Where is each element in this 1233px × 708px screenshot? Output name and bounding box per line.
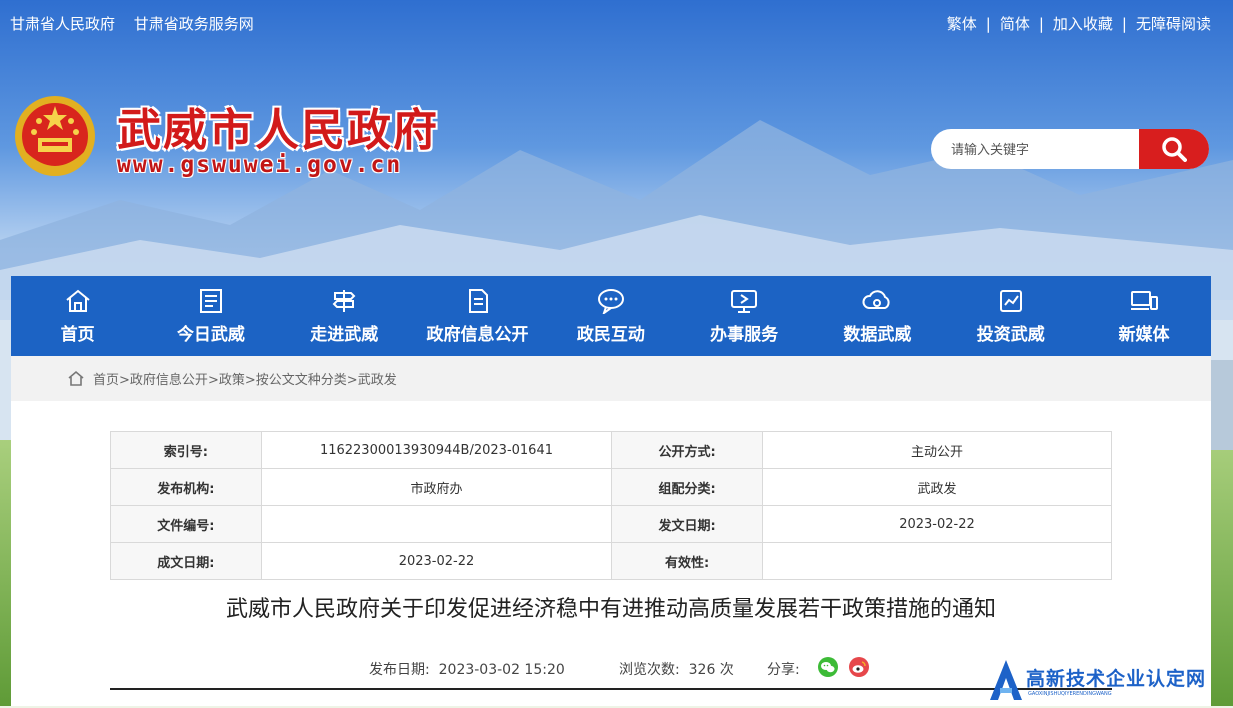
nav-item-label: 数据武威 bbox=[843, 325, 912, 345]
nav-item-gov-info[interactable]: 政府信息公开 bbox=[411, 276, 544, 356]
nav-item-new-media[interactable]: 新媒体 bbox=[1077, 276, 1210, 356]
search-icon bbox=[1162, 137, 1187, 162]
document-title: 武威市人民政府关于印发促进经济稳中有进推动高质量发展若干政策措施的通知 bbox=[225, 597, 996, 622]
publish-date: 2023-03-02 15:20 bbox=[438, 662, 565, 678]
nav-item-home[interactable]: 首页 bbox=[11, 276, 144, 356]
watermark-subtext: GAOXINJISHUQIYERENDINGWANG bbox=[1028, 691, 1112, 697]
nav-item-label: 首页 bbox=[60, 325, 95, 345]
separator: | bbox=[1121, 15, 1127, 33]
top-bar: 甘肃省人民政府 甘肃省政务服务网 繁体 | 简体 | 加入收藏 | 无障碍阅读 bbox=[0, 0, 1233, 46]
data-cloud-icon bbox=[862, 290, 890, 309]
table-row: 文件编号: 发文日期: 2023-02-22 bbox=[110, 505, 1113, 543]
newspaper-icon bbox=[199, 289, 222, 313]
meta-key: 索引号: bbox=[110, 431, 262, 469]
meta-value: 11622300013930944B/2023-01641 bbox=[260, 431, 613, 469]
breadcrumb: 首页>政府信息公开>政策>按公文文种分类>武政发 bbox=[11, 356, 1211, 401]
signpost-icon bbox=[332, 290, 356, 312]
table-row: 索引号: 11622300013930944B/2023-01641 公开方式:… bbox=[110, 431, 1113, 469]
site-url: www.gswuwei.gov.cn bbox=[117, 152, 403, 178]
breadcrumb-wuzhengfa[interactable]: 武政发 bbox=[358, 373, 397, 388]
nav-item-label: 今日武威 bbox=[176, 325, 245, 345]
breadcrumb-gov-info[interactable]: 政府信息公开 bbox=[130, 373, 208, 388]
nav-item-label: 走进武威 bbox=[310, 325, 379, 345]
nav-item-label: 政民互动 bbox=[576, 325, 645, 345]
metadata-table: 索引号: 11622300013930944B/2023-01641 公开方式:… bbox=[110, 431, 1113, 580]
external-links: 甘肃省人民政府 甘肃省政务服务网 bbox=[10, 13, 268, 34]
link-gansu-service[interactable]: 甘肃省政务服务网 bbox=[134, 15, 254, 33]
meta-value bbox=[761, 542, 1113, 580]
nav-item-label: 新媒体 bbox=[1118, 325, 1170, 345]
meta-key: 组配分类: bbox=[611, 468, 763, 506]
share-label: 分享: bbox=[767, 662, 800, 678]
home-icon bbox=[66, 289, 90, 312]
breadcrumb-separator: > bbox=[346, 373, 358, 388]
meta-value: 主动公开 bbox=[761, 431, 1113, 469]
search-button[interactable] bbox=[1139, 129, 1209, 169]
meta-key: 发布机构: bbox=[110, 468, 262, 506]
wechat-icon[interactable] bbox=[818, 657, 838, 677]
nav-item-label: 政府信息公开 bbox=[426, 325, 529, 345]
divider bbox=[110, 688, 1112, 690]
meta-value: 市政府办 bbox=[260, 468, 613, 506]
chat-icon bbox=[597, 289, 624, 314]
breadcrumb-policy[interactable]: 政策 bbox=[219, 373, 245, 388]
main-nav: 首页 今日武威 走进武威 政府信息公开 政民互动 办事服务 数据武威 投资武威 … bbox=[11, 276, 1211, 356]
publish-info: 发布日期: 2023-03-02 15:20 bbox=[369, 659, 565, 679]
link-simplified[interactable]: 简体 bbox=[1000, 15, 1030, 33]
site-title: 武威市人民政府 bbox=[117, 105, 439, 156]
breadcrumb-by-type[interactable]: 按公文文种分类 bbox=[256, 373, 347, 388]
watermark-logo-icon bbox=[990, 660, 1022, 700]
nav-item-label: 办事服务 bbox=[710, 325, 779, 345]
utility-links: 繁体 | 简体 | 加入收藏 | 无障碍阅读 bbox=[947, 13, 1211, 34]
meta-key: 有效性: bbox=[611, 542, 763, 580]
nav-item-interaction[interactable]: 政民互动 bbox=[544, 276, 677, 356]
publish-label: 发布日期: bbox=[369, 662, 430, 678]
meta-value: 武政发 bbox=[761, 468, 1113, 506]
link-traditional[interactable]: 繁体 bbox=[947, 15, 977, 33]
breadcrumb-home[interactable]: 首页 bbox=[93, 373, 119, 388]
watermark: 高新技术企业认定网 GAOXINJISHUQIYERENDINGWANG bbox=[986, 656, 1205, 708]
nav-item-data[interactable]: 数据武威 bbox=[811, 276, 944, 356]
nav-item-services[interactable]: 办事服务 bbox=[677, 276, 810, 356]
meta-key: 发文日期: bbox=[611, 505, 763, 543]
watermark-text: 高新技术企业认定网 bbox=[1026, 668, 1207, 690]
devices-icon bbox=[1131, 291, 1159, 310]
meta-key: 公开方式: bbox=[611, 431, 763, 469]
table-row: 发布机构: 市政府办 组配分类: 武政发 bbox=[110, 468, 1113, 506]
weibo-icon[interactable] bbox=[849, 657, 869, 677]
meta-value bbox=[260, 505, 613, 543]
views-count: 326 次 bbox=[688, 662, 734, 678]
meta-value: 2023-02-22 bbox=[260, 542, 613, 580]
views-info: 浏览次数: 326 次 bbox=[619, 659, 734, 679]
search-input[interactable] bbox=[949, 129, 1133, 169]
nav-item-today[interactable]: 今日武威 bbox=[144, 276, 277, 356]
document-icon bbox=[468, 289, 488, 313]
nav-item-explore[interactable]: 走进武威 bbox=[278, 276, 411, 356]
meta-key: 成文日期: bbox=[110, 542, 262, 580]
breadcrumb-separator: > bbox=[207, 373, 219, 388]
national-emblem-icon bbox=[15, 96, 95, 176]
nav-item-label: 投资武威 bbox=[976, 325, 1045, 345]
link-add-favorite[interactable]: 加入收藏 bbox=[1053, 15, 1113, 33]
breadcrumb-separator: > bbox=[119, 373, 130, 388]
search-box bbox=[931, 129, 1209, 169]
views-label: 浏览次数: bbox=[619, 662, 680, 678]
separator: | bbox=[1038, 15, 1044, 33]
table-row: 成文日期: 2023-02-22 有效性: bbox=[110, 542, 1113, 580]
article-content: 索引号: 11622300013930944B/2023-01641 公开方式:… bbox=[11, 401, 1211, 706]
meta-value: 2023-02-22 bbox=[761, 505, 1113, 543]
monitor-icon bbox=[731, 290, 758, 313]
link-accessibility[interactable]: 无障碍阅读 bbox=[1136, 15, 1211, 33]
separator: | bbox=[985, 15, 991, 33]
chart-icon bbox=[999, 290, 1022, 312]
meta-key: 文件编号: bbox=[110, 505, 262, 543]
link-gansu-gov[interactable]: 甘肃省人民政府 bbox=[10, 15, 115, 33]
home-icon[interactable] bbox=[67, 370, 85, 387]
breadcrumb-links: 首页>政府信息公开>政策>按公文文种分类>武政发 bbox=[93, 369, 397, 388]
breadcrumb-separator: > bbox=[244, 373, 256, 388]
nav-item-invest[interactable]: 投资武威 bbox=[944, 276, 1077, 356]
